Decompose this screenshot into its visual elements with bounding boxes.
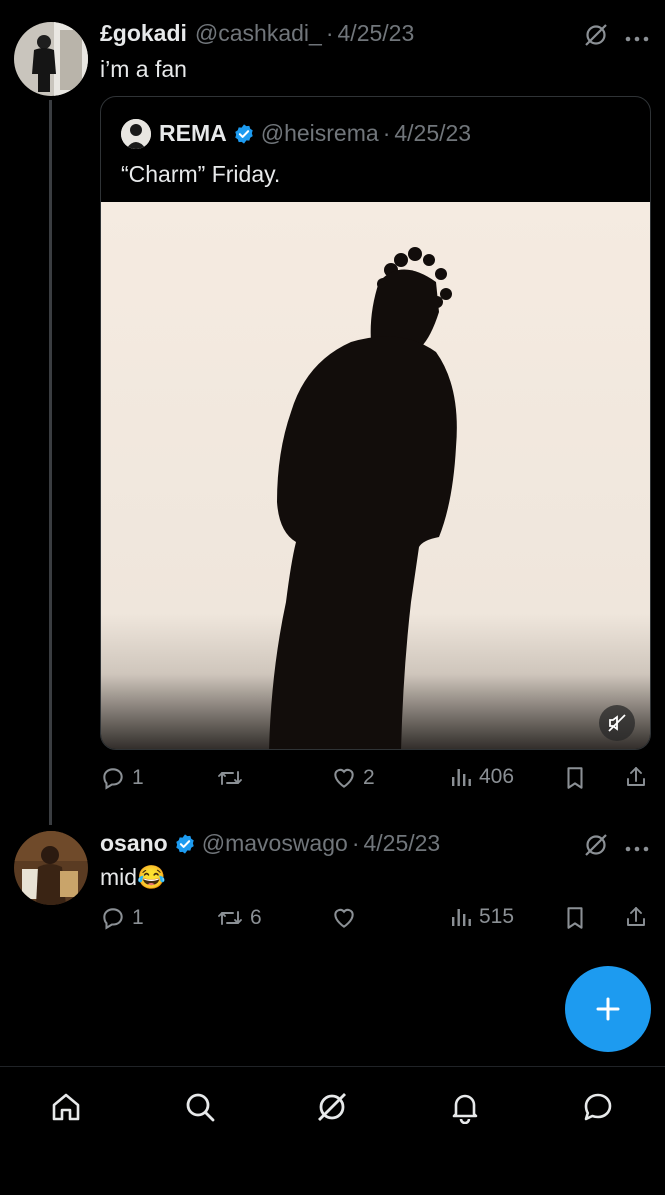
- separator: ·: [351, 830, 360, 856]
- separator: ·: [325, 20, 334, 46]
- avatar: [121, 119, 151, 149]
- like-icon: [334, 768, 354, 788]
- like-count: 2: [363, 766, 375, 789]
- share-icon: [627, 907, 645, 926]
- bottom-nav: [0, 1066, 665, 1195]
- notifications-icon: [452, 1094, 478, 1124]
- display-name[interactable]: £gokadi: [100, 20, 187, 47]
- grok-icon[interactable]: [583, 22, 609, 53]
- tweet-text: i’m a fan: [100, 56, 187, 82]
- separator: ·: [382, 120, 391, 146]
- messages-icon: [584, 1093, 612, 1121]
- handle[interactable]: @cashkadi_: [195, 20, 322, 47]
- thread-line: [49, 100, 52, 825]
- views-icon: [452, 769, 471, 786]
- like-button[interactable]: 2: [331, 765, 375, 791]
- display-name: REMA: [159, 120, 227, 146]
- tweet-header: £gokadi @cashkadi_ · 4/25/23: [100, 20, 414, 47]
- timestamp[interactable]: 4/25/23: [363, 830, 440, 857]
- reply-button[interactable]: 1: [100, 765, 144, 791]
- reply-button[interactable]: 1: [100, 905, 144, 931]
- grok-icon[interactable]: [583, 832, 609, 863]
- retweet-icon: [218, 771, 242, 785]
- laughing-emoji: 😂: [137, 864, 166, 890]
- views-button[interactable]: 406: [449, 765, 514, 789]
- view-count: 515: [479, 905, 515, 928]
- quoted-tweet[interactable]: REMA @heisrema · 4/25/23 “Charm” Friday.: [100, 96, 651, 750]
- search-icon: [186, 1093, 215, 1122]
- mute-button[interactable]: [599, 705, 635, 741]
- share-button[interactable]: [624, 764, 648, 790]
- tweet-text-content: mid: [100, 864, 138, 890]
- view-count: 406: [479, 765, 515, 788]
- avatar[interactable]: [14, 831, 88, 905]
- timestamp: 4/25/23: [394, 120, 472, 146]
- views-button[interactable]: 515: [449, 905, 514, 929]
- nav-home[interactable]: [46, 1087, 86, 1127]
- bookmark-icon: [567, 767, 583, 789]
- verified-badge-icon: [235, 123, 253, 144]
- verified-badge-icon: [176, 833, 194, 854]
- bookmark-icon: [567, 907, 583, 929]
- retweet-button[interactable]: [216, 765, 250, 791]
- nav-messages[interactable]: [578, 1087, 618, 1127]
- reply-icon: [103, 768, 123, 790]
- avatar[interactable]: [14, 22, 88, 96]
- like-icon: [334, 908, 354, 928]
- more-icon[interactable]: [625, 30, 649, 48]
- like-button[interactable]: [331, 905, 363, 931]
- home-icon: [52, 1093, 80, 1121]
- share-icon: [627, 767, 645, 786]
- bookmark-button[interactable]: [564, 765, 586, 791]
- bookmark-button[interactable]: [564, 905, 586, 931]
- plus-icon: [596, 997, 620, 1021]
- retweet-icon: [218, 911, 242, 925]
- nav-search[interactable]: [180, 1087, 220, 1127]
- video-media[interactable]: [101, 202, 650, 749]
- muted-speaker-icon: [608, 714, 626, 732]
- nav-notifications[interactable]: [445, 1087, 485, 1127]
- reply-icon: [103, 908, 123, 930]
- reply-count: 1: [132, 906, 144, 929]
- quoted-tweet-header: REMA @heisrema · 4/25/23: [159, 120, 471, 147]
- nav-grok[interactable]: [312, 1087, 352, 1127]
- timestamp[interactable]: 4/25/23: [338, 20, 415, 47]
- retweet-count: 6: [250, 906, 262, 929]
- display-name[interactable]: osano: [100, 830, 168, 857]
- handle: @heisrema: [260, 120, 379, 146]
- retweet-button[interactable]: 6: [216, 905, 262, 931]
- views-icon: [452, 909, 471, 926]
- tweet-text: mid😂: [100, 864, 166, 891]
- compose-button[interactable]: [565, 966, 651, 1052]
- handle[interactable]: @mavoswago: [202, 830, 348, 857]
- quoted-tweet-text: “Charm” Friday.: [121, 161, 281, 187]
- share-button[interactable]: [624, 904, 648, 930]
- grok-icon: [318, 1093, 346, 1121]
- more-icon[interactable]: [625, 840, 649, 858]
- reply-count: 1: [132, 766, 144, 789]
- tweet-header: osano @mavoswago · 4/25/23: [100, 830, 440, 857]
